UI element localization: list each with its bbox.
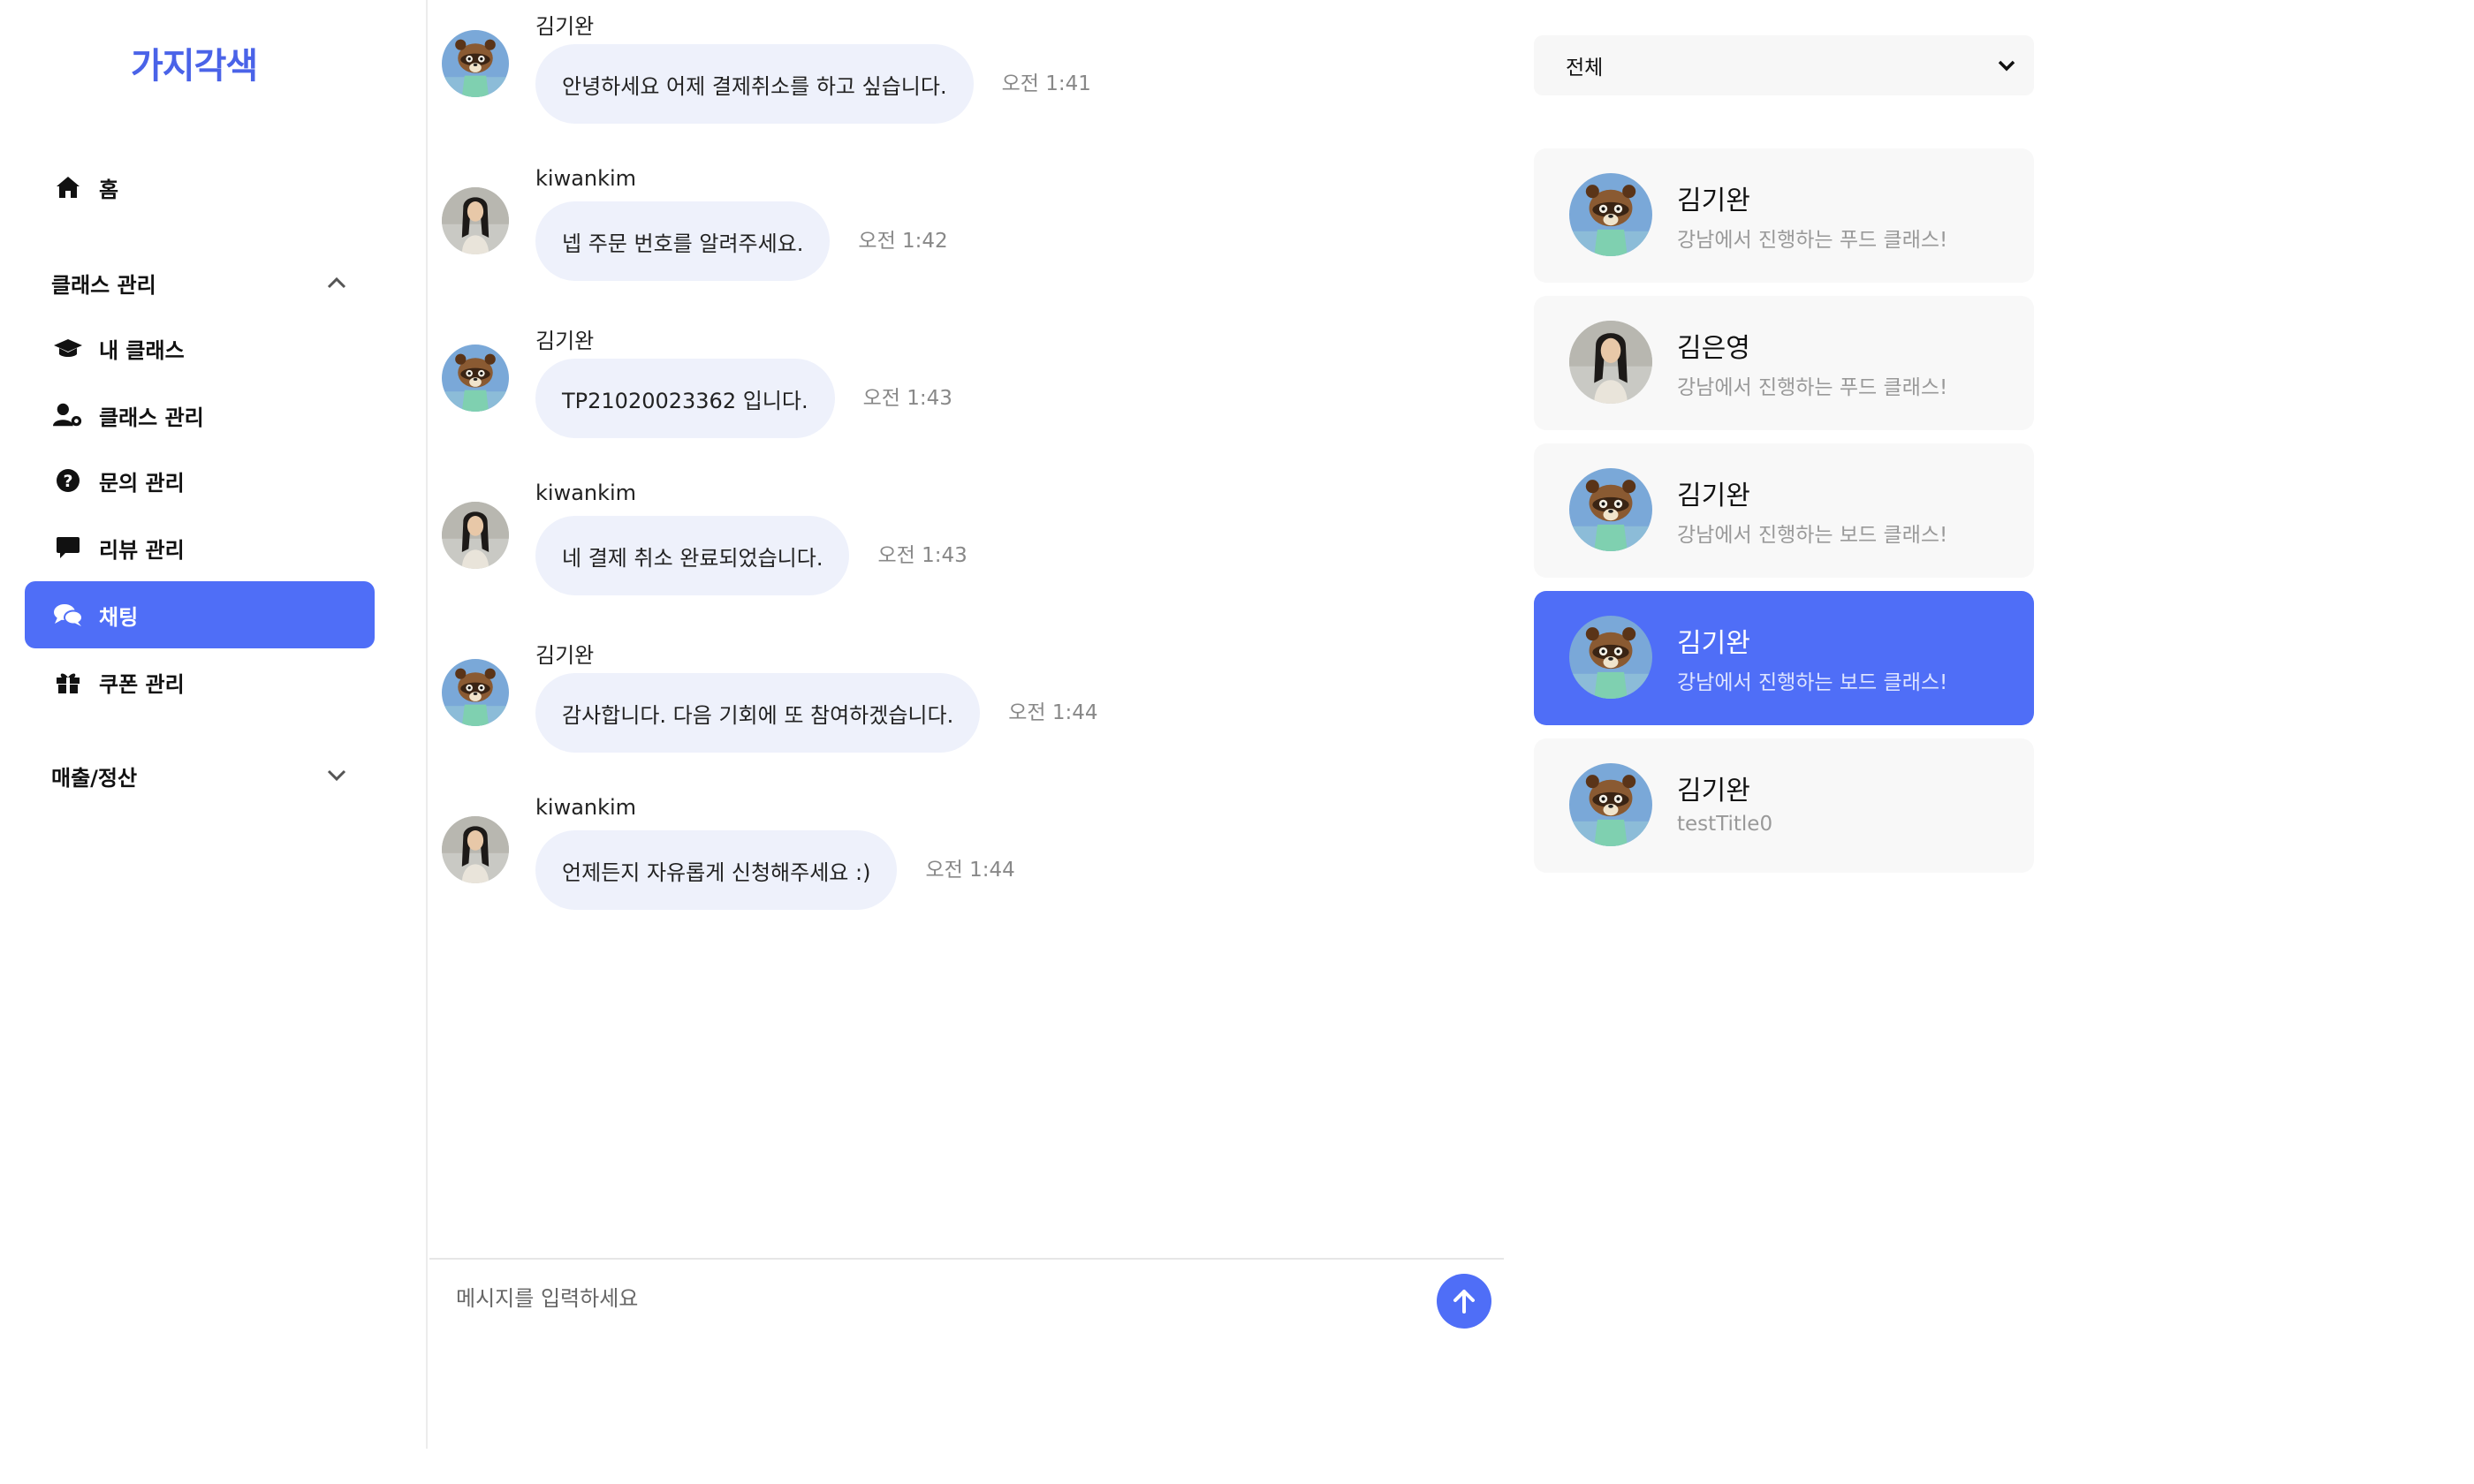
room-filter-value: 전체 — [1566, 57, 1604, 80]
question-circle-icon: ? — [53, 466, 83, 496]
chat-message: 김기완 TP21020023362 입니다. 오전 1:43 — [442, 316, 1458, 449]
home-icon — [53, 172, 83, 202]
nav-inquiry-label: 문의 관리 — [99, 470, 185, 496]
nav-coupon[interactable]: 쿠폰 관리 — [25, 648, 375, 716]
message-row: TP21020023362 입니다. 오전 1:43 — [535, 359, 952, 438]
room-name: 김기완 — [1677, 186, 1750, 216]
chat-message: kiwankim 넵 주문 번호를 알려주세요. 오전 1:42 — [442, 159, 1458, 292]
message-sender: kiwankim — [535, 795, 637, 820]
comments-icon — [53, 600, 83, 630]
message-row: 감사합니다. 다음 기회에 또 참여하겠습니다. 오전 1:44 — [535, 673, 1098, 753]
person-avatar[interactable] — [442, 187, 509, 254]
raccoon-avatar[interactable] — [442, 344, 509, 412]
chevron-down-icon — [322, 761, 352, 791]
message-sender: 김기완 — [535, 14, 595, 39]
message-row: 언제든지 자유롭게 신청해주세요 :) 오전 1:44 — [535, 830, 1015, 910]
room-name: 김기완 — [1677, 481, 1750, 511]
chat-room-item[interactable]: 김기완강남에서 진행하는 보드 클래스! — [1534, 443, 2034, 578]
raccoon-avatar — [1569, 616, 1652, 699]
message-row: 네 결제 취소 완료되었습니다. 오전 1:43 — [535, 516, 968, 595]
sales-section-label: 매출/정산 — [51, 765, 138, 791]
person-avatar[interactable] — [442, 816, 509, 883]
user-gear-icon — [53, 400, 83, 430]
message-row: 안녕하세요 어제 결제취소를 하고 싶습니다. 오전 1:41 — [535, 44, 1091, 124]
room-subtitle: 강남에서 진행하는 푸드 클래스! — [1677, 229, 1948, 252]
nav-my-class[interactable]: 내 클래스 — [25, 314, 375, 382]
room-subtitle: 강남에서 진행하는 보드 클래스! — [1677, 671, 1948, 694]
class-section-toggle[interactable]: 클래스 관리 — [51, 265, 352, 300]
chat-room-item[interactable]: 김은영강남에서 진행하는 푸드 클래스! — [1534, 296, 2034, 430]
app-logo[interactable]: 가지각색 — [131, 37, 258, 88]
raccoon-avatar — [1569, 468, 1652, 551]
chat-message: 김기완감사합니다. 다음 기회에 또 참여하겠습니다. 오전 1:44 — [442, 631, 1458, 763]
raccoon-avatar — [1569, 173, 1652, 256]
message-time: 오전 1:43 — [877, 544, 968, 567]
nav-review-label: 리뷰 관리 — [99, 537, 185, 563]
nav-class-manage[interactable]: 클래스 관리 — [25, 382, 375, 449]
message-time: 오전 1:44 — [1008, 701, 1098, 724]
chat-message: kiwankim 언제든지 자유롭게 신청해주세요 :) 오전 1:44 — [442, 788, 1458, 920]
nav-class-manage-label: 클래스 관리 — [99, 405, 204, 430]
chevron-up-icon — [322, 268, 352, 298]
room-subtitle: 강남에서 진행하는 보드 클래스! — [1677, 524, 1948, 547]
svg-text:?: ? — [63, 472, 72, 491]
chat-room-item[interactable]: 김기완강남에서 진행하는 푸드 클래스! — [1534, 148, 2034, 283]
person-avatar — [1569, 321, 1652, 404]
message-bubble: 네 결제 취소 완료되었습니다. — [535, 516, 850, 595]
message-input[interactable] — [456, 1272, 1393, 1325]
nav-home[interactable]: 홈 — [25, 154, 375, 221]
message-row: 넵 주문 번호를 알려주세요. 오전 1:42 — [535, 201, 948, 281]
chat-room-item[interactable]: 김기완강남에서 진행하는 보드 클래스! — [1534, 591, 2034, 725]
room-name: 김기완 — [1677, 776, 1750, 806]
chevron-down-icon — [1998, 60, 2015, 72]
chat-area: 김기완 안녕하세요 어제 결제취소를 하고 싶습니다. 오전 1:41 kiwanki… — [429, 0, 1504, 1449]
message-bubble: 감사합니다. 다음 기회에 또 참여하겠습니다. — [535, 673, 981, 753]
nav-chat-label: 채팅 — [99, 604, 139, 630]
nav-coupon-label: 쿠폰 관리 — [99, 671, 185, 697]
message-input-bar — [429, 1258, 1504, 1336]
nav-home-label: 홈 — [99, 177, 119, 202]
chat-message: kiwankim 네 결제 취소 완료되었습니다. 오전 1:43 — [442, 473, 1458, 606]
send-button[interactable] — [1437, 1274, 1491, 1329]
message-sender: 김기완 — [535, 329, 595, 353]
message-sender: 김기완 — [535, 643, 595, 668]
message-time: 오전 1:43 — [862, 387, 952, 410]
message-bubble: 언제든지 자유롭게 신청해주세요 :) — [535, 830, 898, 910]
graduation-cap-icon — [53, 333, 83, 363]
message-time: 오전 1:42 — [858, 230, 948, 253]
raccoon-avatar[interactable] — [442, 659, 509, 726]
person-avatar[interactable] — [442, 502, 509, 569]
chat-room-item[interactable]: 김기완 testTitle0 — [1534, 738, 2034, 873]
class-section-label: 클래스 관리 — [51, 272, 156, 298]
room-name: 김기완 — [1677, 628, 1750, 659]
room-filter-select[interactable]: 전체 — [1534, 35, 2034, 95]
message-sender: kiwankim — [535, 481, 637, 505]
message-sender: kiwankim — [535, 166, 637, 191]
nav-inquiry[interactable]: ? 문의 관리 — [25, 447, 375, 514]
chat-message: 김기완안녕하세요 어제 결제취소를 하고 싶습니다. 오전 1:41 — [442, 2, 1458, 134]
sales-section-toggle[interactable]: 매출/정산 — [51, 758, 352, 793]
nav-chat[interactable]: 채팅 — [25, 581, 375, 648]
comment-icon — [53, 533, 83, 563]
sidebar: 가지각색 홈 클래스 관리 내 클래스 클래스 관리 ? 문의 관리 리뷰 관리… — [0, 0, 428, 1449]
message-bubble: TP21020023362 입니다. — [535, 359, 835, 438]
nav-review[interactable]: 리뷰 관리 — [25, 514, 375, 581]
room-name: 김은영 — [1677, 333, 1750, 364]
message-bubble: 안녕하세요 어제 결제취소를 하고 싶습니다. — [535, 44, 974, 124]
chat-room-panel: 전체 김기완 강남에서 진행하는 푸드 클래스! 김은영 강남에서 진행하는 푸드 클… — [1534, 0, 2034, 883]
nav-my-class-label: 내 클래스 — [99, 337, 185, 363]
gift-icon — [53, 667, 83, 697]
message-time: 오전 1:41 — [1001, 72, 1091, 95]
raccoon-avatar[interactable] — [442, 30, 509, 97]
raccoon-avatar — [1569, 763, 1652, 846]
message-time: 오전 1:44 — [925, 859, 1015, 882]
arrow-up-icon — [1453, 1290, 1475, 1314]
message-bubble: 넵 주문 번호를 알려주세요. — [535, 201, 831, 281]
room-subtitle: 강남에서 진행하는 푸드 클래스! — [1677, 376, 1948, 399]
room-subtitle: testTitle0 — [1677, 813, 1773, 836]
